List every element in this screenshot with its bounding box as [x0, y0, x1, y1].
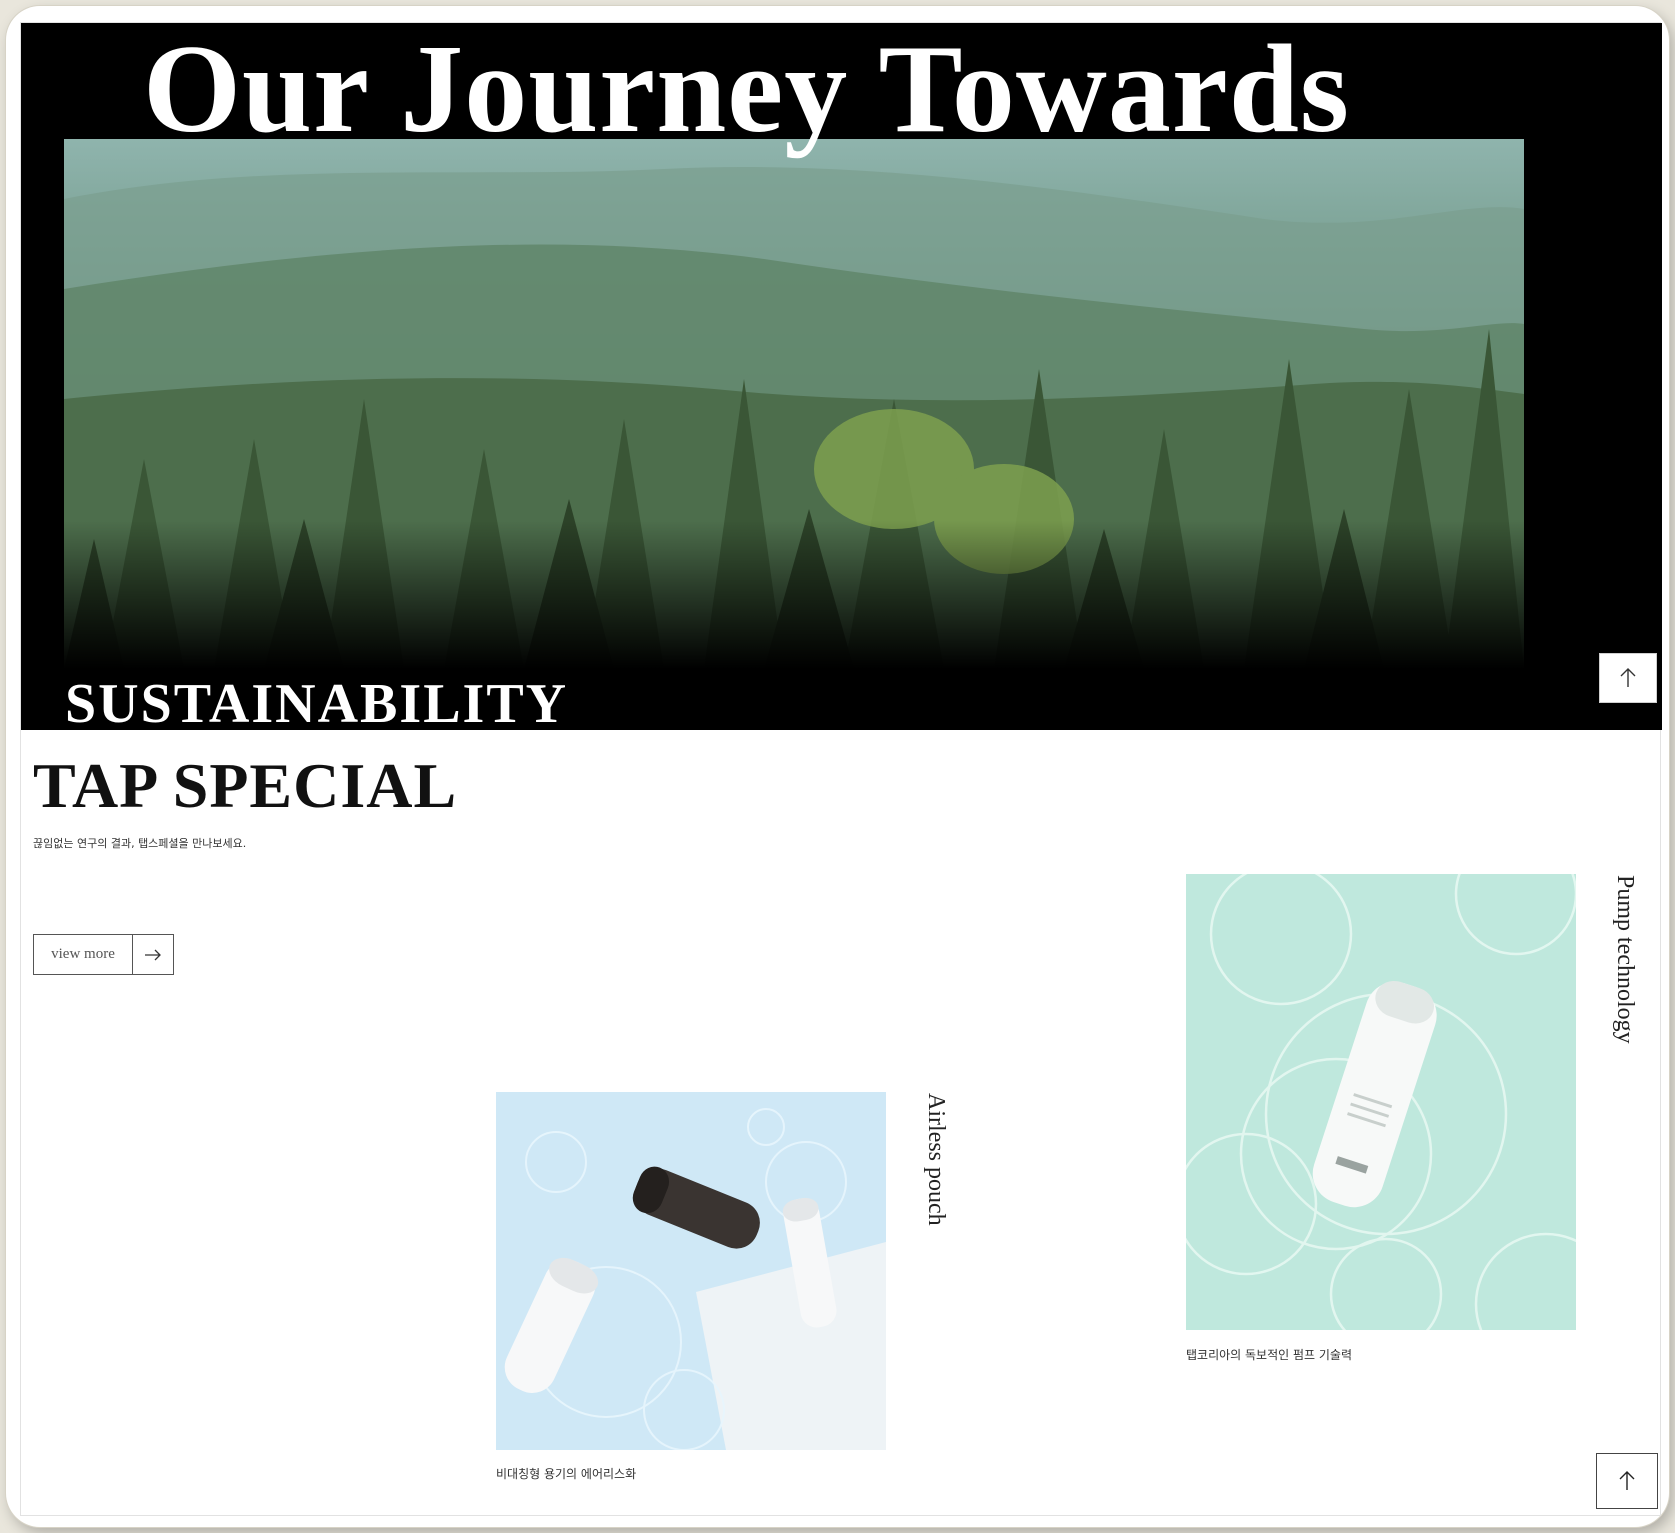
airless-pouch-image[interactable]	[496, 1092, 886, 1450]
hero-subtitle: SUSTAINABILITY	[65, 673, 569, 730]
hero-forest-image	[64, 139, 1524, 669]
section-description: 끊임없는 연구의 결과, 탭스페셜을 만나보세요.	[33, 837, 247, 850]
view-more-label: view more	[34, 935, 133, 974]
arrow-up-icon	[1619, 1471, 1635, 1490]
section-title: TAP SPECIAL	[33, 750, 458, 821]
airless-pouch-label: Airless pouch	[923, 1093, 949, 1226]
arrow-right-icon	[145, 949, 161, 960]
view-more-arrow	[133, 935, 173, 974]
browser-frame: Our Journey Towards SUSTAINABILITY TAP S…	[6, 6, 1669, 1527]
pump-technology-label: Pump technology	[1612, 875, 1638, 1044]
scroll-top-button-bottom[interactable]	[1596, 1453, 1658, 1509]
scroll-top-button[interactable]	[1599, 653, 1657, 703]
pump-technology-image[interactable]	[1186, 874, 1576, 1330]
arrow-up-icon	[1620, 668, 1636, 687]
pump-technology-caption: 탭코리아의 독보적인 펌프 기술력	[1186, 1348, 1353, 1362]
page: Our Journey Towards SUSTAINABILITY TAP S…	[20, 22, 1662, 1516]
view-more-button[interactable]: view more	[33, 934, 174, 975]
hero-title: Our Journey Towards	[143, 23, 1350, 159]
airless-pouch-caption: 비대칭형 용기의 에어리스화	[496, 1467, 637, 1481]
hero-section: Our Journey Towards SUSTAINABILITY	[21, 23, 1662, 730]
